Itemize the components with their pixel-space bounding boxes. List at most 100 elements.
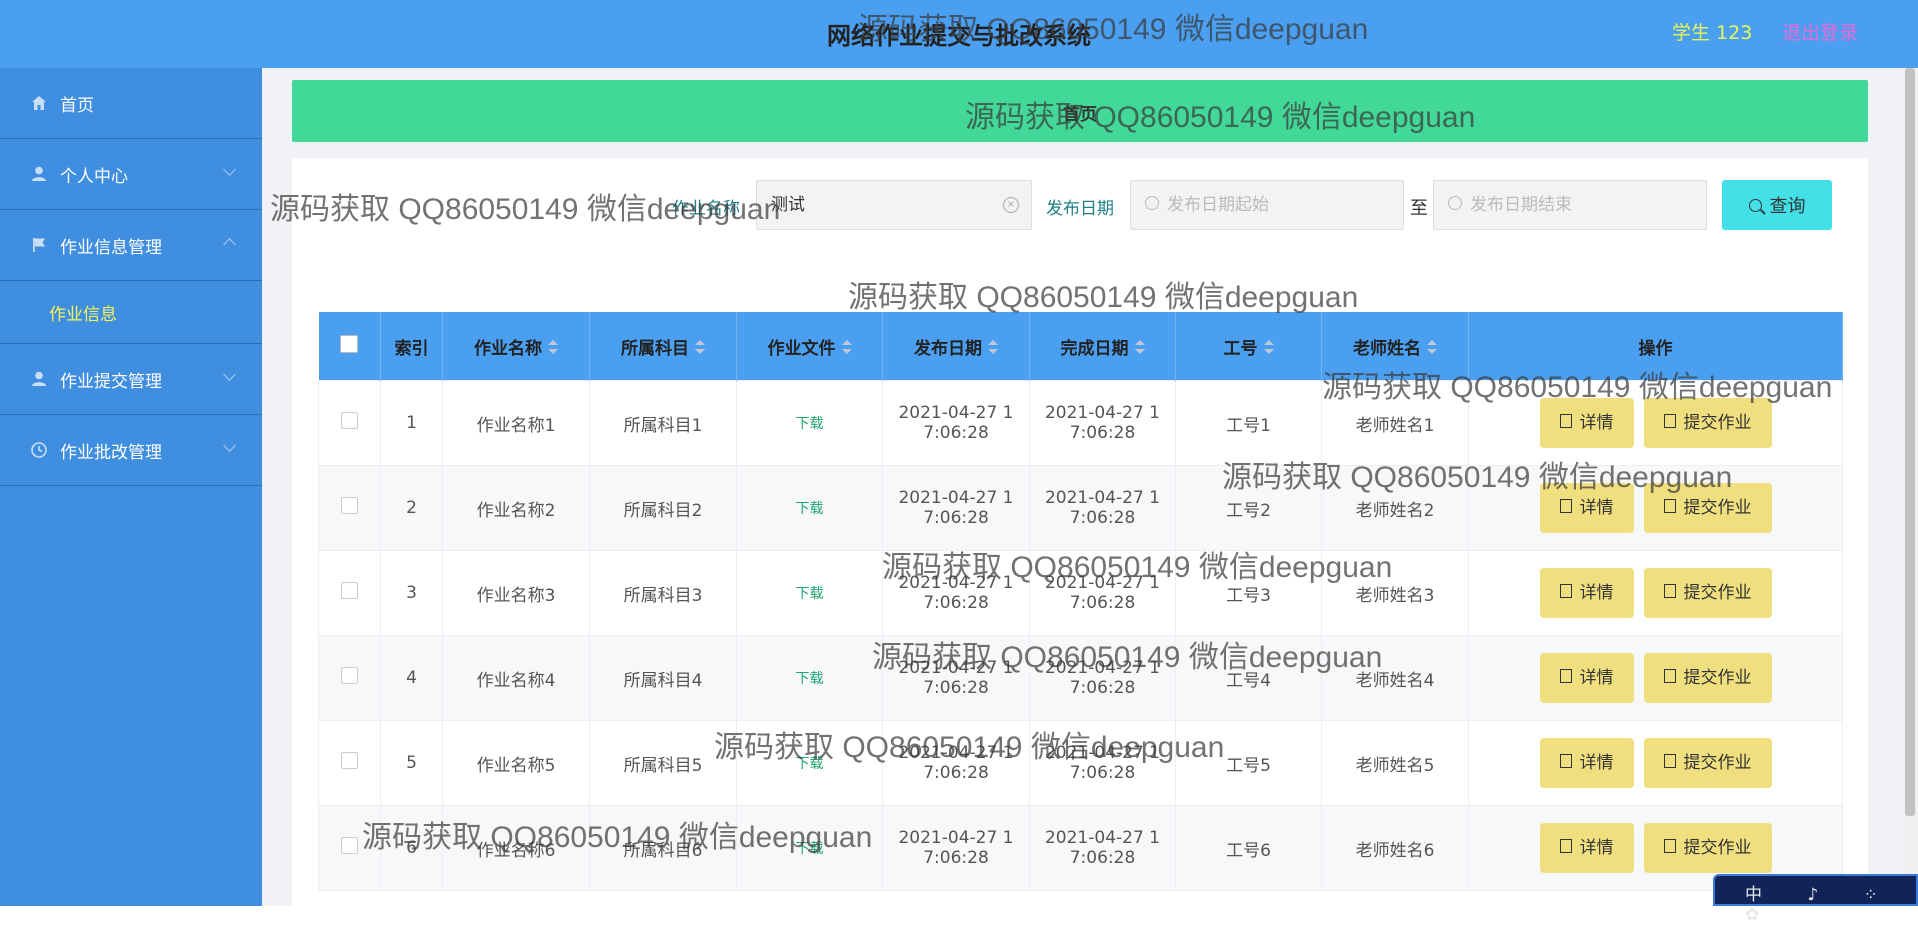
sidebar-item-home[interactable]: 首页 — [0, 68, 262, 139]
ime-toolbar[interactable]: 中 ♪ ⁘ ✿ — [1713, 874, 1918, 925]
table-row[interactable]: 6 作业名称6 所属科目6 下载 2021-04-27 1 7:06:28 2021-04-… — [318, 805, 1843, 891]
sidebar-item-submission-mgmt[interactable]: 作业提交管理 — [0, 344, 262, 415]
detail-button[interactable]: 详情 — [1539, 398, 1634, 448]
time-line: 7:06:28 — [1069, 848, 1136, 868]
row-select-cell[interactable] — [318, 465, 381, 551]
row-select-cell[interactable] — [318, 635, 381, 721]
row-checkbox[interactable] — [341, 497, 358, 514]
cell-publish-date: 2021-04-27 1 7:06:28 — [882, 465, 1030, 551]
cell-publish-date: 2021-04-27 1 7:06:28 — [882, 635, 1030, 721]
publish-date-end-input[interactable]: 发布日期结束 — [1433, 180, 1707, 230]
sort-icon[interactable] — [1263, 339, 1274, 354]
submit-homework-button[interactable]: 提交作业 — [1643, 823, 1772, 873]
detail-button[interactable]: 详情 — [1539, 568, 1634, 618]
date-line: 2021-04-27 1 — [898, 658, 1014, 678]
row-checkbox[interactable] — [341, 752, 358, 769]
select-all-header[interactable] — [318, 312, 381, 381]
row-checkbox[interactable] — [341, 837, 358, 854]
download-link[interactable]: 下载 — [796, 841, 824, 857]
sort-icon[interactable] — [841, 339, 852, 354]
detail-button[interactable]: 详情 — [1539, 483, 1634, 533]
download-link[interactable]: 下载 — [796, 671, 824, 687]
sort-icon[interactable] — [548, 339, 558, 354]
row-checkbox[interactable] — [341, 412, 358, 429]
cell-actions: 详情 提交作业 — [1468, 635, 1843, 721]
homework-name-input[interactable]: 测试 × — [756, 180, 1032, 230]
time-line: 7:06:28 — [1069, 763, 1136, 783]
sidebar-subitem-homework-info[interactable]: 作业信息 — [0, 281, 262, 344]
cell-teacher: 老师姓名2 — [1321, 465, 1469, 551]
detail-button[interactable]: 详情 — [1539, 823, 1634, 873]
sidebar-item-grading-mgmt[interactable]: 作业批改管理 — [0, 415, 262, 486]
submit-homework-button[interactable]: 提交作业 — [1643, 483, 1772, 533]
table-row[interactable]: 5 作业名称5 所属科目5 下载 2021-04-27 1 7:06:28 2021-04-… — [318, 720, 1843, 806]
cell-file: 下载 — [736, 380, 883, 466]
clock-icon — [1145, 196, 1159, 210]
search-form: 作业名称 测试 × 发布日期 发布日期起始 至 发布日期结束 查询 — [292, 180, 1868, 232]
col-header-actions: 操作 — [1468, 312, 1843, 381]
table-row[interactable]: 4 作业名称4 所属科目4 下载 2021-04-27 1 7:06:28 2021-04-… — [318, 635, 1843, 721]
sort-icon[interactable] — [1427, 339, 1437, 354]
cell-index: 2 — [380, 465, 443, 551]
sort-icon[interactable] — [695, 339, 705, 354]
range-separator: 至 — [1410, 198, 1428, 219]
col-header-index: 索引 — [380, 312, 443, 381]
row-select-cell[interactable] — [318, 805, 381, 891]
row-checkbox[interactable] — [341, 582, 358, 599]
detail-button[interactable]: 详情 — [1539, 738, 1634, 788]
download-link[interactable]: 下载 — [796, 501, 824, 517]
home-icon — [28, 92, 50, 114]
page-scrollbar[interactable] — [1902, 68, 1918, 906]
detail-button[interactable]: 详情 — [1539, 653, 1634, 703]
homework-name-label: 作业名称 — [672, 199, 740, 219]
time-line: 7:06:28 — [923, 423, 989, 443]
sidebar-item-profile[interactable]: 个人中心 — [0, 139, 262, 210]
select-all-checkbox[interactable] — [340, 334, 359, 353]
col-header-label: 老师姓名 — [1353, 338, 1421, 359]
col-header-finish-date[interactable]: 完成日期 — [1029, 312, 1176, 381]
download-link[interactable]: 下载 — [796, 756, 824, 772]
row-checkbox[interactable] — [341, 667, 358, 684]
breadcrumb-home[interactable]: 首页 — [292, 100, 1868, 125]
col-header-publish-date[interactable]: 发布日期 — [882, 312, 1030, 381]
detail-button-label: 详情 — [1579, 668, 1614, 688]
sort-icon[interactable] — [988, 339, 998, 354]
col-header-label: 作业文件 — [767, 338, 836, 359]
download-link[interactable]: 下载 — [796, 416, 824, 432]
row-select-cell[interactable] — [318, 550, 381, 636]
publish-date-start-input[interactable]: 发布日期起始 — [1130, 180, 1404, 230]
table-row[interactable]: 3 作业名称3 所属科目3 下载 2021-04-27 1 7:06:28 2021-04-… — [318, 550, 1843, 636]
table-row[interactable]: 2 作业名称2 所属科目2 下载 2021-04-27 1 7:06:28 2021-04-… — [318, 465, 1843, 551]
table-row[interactable]: 1 作业名称1 所属科目1 下载 2021-04-27 1 7:06:28 2021-04-… — [318, 380, 1843, 466]
cell-homework-name: 作业名称6 — [442, 805, 590, 891]
cell-homework-name: 作业名称2 — [442, 465, 590, 551]
cell-subject: 所属科目5 — [589, 720, 737, 806]
col-header-job-no[interactable]: 工号 — [1175, 312, 1322, 381]
col-header-file[interactable]: 作业文件 — [736, 312, 883, 381]
search-button[interactable]: 查询 — [1722, 180, 1832, 230]
submit-homework-button[interactable]: 提交作业 — [1643, 738, 1772, 788]
cell-publish-date: 2021-04-27 1 7:06:28 — [882, 805, 1030, 891]
row-select-cell[interactable] — [318, 720, 381, 806]
time-line: 7:06:28 — [1069, 508, 1136, 528]
submit-homework-button[interactable]: 提交作业 — [1643, 568, 1772, 618]
chevron-up-icon — [223, 238, 236, 251]
col-header-teacher[interactable]: 老师姓名 — [1321, 312, 1469, 381]
col-header-name[interactable]: 作业名称 — [442, 312, 590, 381]
row-select-cell[interactable] — [318, 380, 381, 466]
submit-button-label: 提交作业 — [1683, 583, 1752, 603]
user-icon — [28, 163, 50, 185]
sidebar-item-homework-info-mgmt[interactable]: 作业信息管理 — [0, 210, 262, 281]
cell-file: 下载 — [736, 720, 883, 806]
col-header-subject[interactable]: 所属科目 — [589, 312, 737, 381]
time-line: 7:06:28 — [1069, 593, 1136, 613]
sort-icon[interactable] — [1134, 339, 1145, 354]
logout-link[interactable]: 退出登录 — [1782, 18, 1858, 45]
download-link[interactable]: 下载 — [796, 586, 824, 602]
homework-table: 索引 作业名称 所属科目 作业文件 发布日期 完成日期 工号 老师姓名 操作 1… — [318, 312, 1843, 891]
clear-icon[interactable]: × — [1003, 197, 1019, 213]
submit-homework-button[interactable]: 提交作业 — [1643, 653, 1772, 703]
submit-homework-button[interactable]: 提交作业 — [1643, 398, 1772, 448]
scrollbar-thumb[interactable] — [1905, 68, 1915, 816]
cell-homework-name: 作业名称5 — [442, 720, 590, 806]
